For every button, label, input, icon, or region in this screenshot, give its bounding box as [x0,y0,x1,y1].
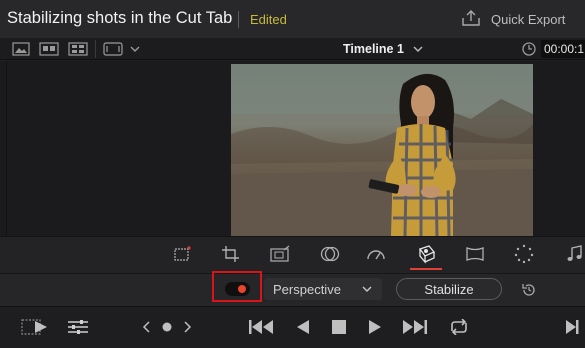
timecode-clock-icon[interactable] [521,41,537,57]
go-to-start-icon[interactable] [246,316,276,338]
safe-area-icon[interactable] [101,39,125,59]
composite-icon[interactable] [318,243,342,265]
edit-status: Edited [250,12,287,27]
next-clip-icon[interactable] [562,316,582,338]
timeline-chevron-icon[interactable] [412,45,424,53]
loop-icon[interactable] [446,316,472,338]
transform-icon[interactable] [170,243,194,265]
previous-edit-icon[interactable] [140,316,154,338]
audio-icon[interactable] [563,243,585,265]
reset-icon[interactable] [521,282,537,298]
speed-icon[interactable] [364,243,388,265]
export-icon[interactable] [460,8,482,28]
annotation-highlight-box [212,271,262,302]
source-tape-icon[interactable] [20,316,50,338]
lens-correction-icon[interactable] [463,243,487,265]
play-icon[interactable] [364,316,386,338]
viewer-border [6,61,7,236]
stabilization-icon[interactable] [414,243,438,265]
go-to-end-icon[interactable] [400,316,430,338]
single-viewer-icon[interactable] [10,39,32,59]
crop-icon[interactable] [219,243,243,265]
toolbar-divider [95,40,96,58]
quick-export-button[interactable]: Quick Export [491,12,565,27]
dynamic-zoom-icon[interactable] [268,243,292,265]
stabilization-mode-value: Perspective [273,282,341,297]
dual-viewer-icon[interactable] [37,39,61,59]
chevron-down-icon [361,285,373,293]
title-divider [238,11,239,28]
smooth-cut-icon[interactable] [512,243,536,265]
play-reverse-icon[interactable] [292,316,314,338]
next-edit-icon[interactable] [180,316,194,338]
active-tool-indicator [410,268,442,270]
inspector-tools-bar [0,236,585,273]
stabilize-button-label: Stabilize [424,282,474,297]
timecode-display[interactable]: 00:00:1 [541,40,585,58]
safe-area-chevron-icon[interactable] [127,39,143,59]
timeline-name[interactable]: Timeline 1 [343,42,404,56]
stop-icon[interactable] [328,316,350,338]
settings-sliders-icon[interactable] [66,316,90,338]
playhead-dot-icon[interactable] [159,316,175,338]
multicam-viewer-icon[interactable] [66,39,90,59]
video-frame[interactable] [231,64,533,236]
project-title: Stabilizing shots in the Cut Tab [7,9,233,27]
